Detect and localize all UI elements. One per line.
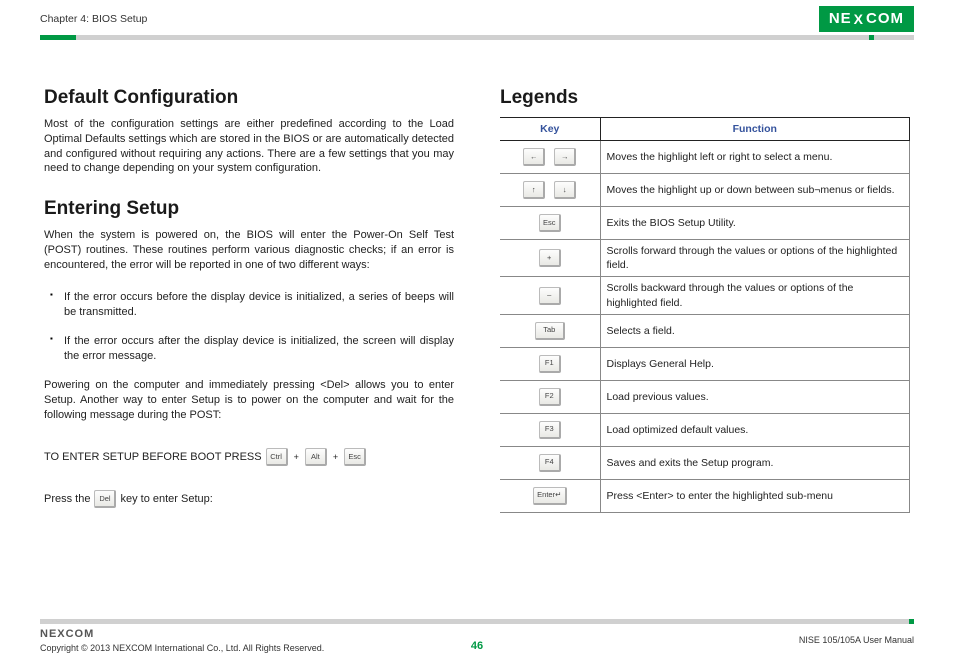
header-rule: [40, 35, 914, 40]
table-row: Tab Selects a field.: [500, 314, 910, 347]
press-del-line: Press the Del key to enter Setup:: [44, 490, 454, 508]
func-cell: Load optimized default values.: [600, 413, 910, 446]
func-cell: Moves the highlight left or right to sel…: [600, 141, 910, 174]
tab-key-icon: Tab: [535, 322, 565, 340]
arrow-down-key-icon: ↓: [554, 181, 576, 199]
del-key-icon: Del: [94, 490, 116, 508]
arrow-left-key-icon: ←: [523, 148, 545, 166]
func-cell: Saves and exits the Setup program.: [600, 446, 910, 479]
list-item: If the error occurs before the display d…: [50, 290, 454, 320]
arrow-right-key-icon: →: [554, 148, 576, 166]
enter-key-icon: Enter↵: [533, 487, 567, 505]
plus-key-icon: +: [539, 249, 561, 267]
minus-key-icon: –: [539, 287, 561, 305]
f3-key-icon: F3: [539, 421, 561, 439]
press-pre: Press the: [44, 492, 90, 507]
para-entering-setup-power: Powering on the computer and immediately…: [44, 378, 454, 423]
func-cell: Moves the highlight up or down between s…: [600, 174, 910, 207]
func-cell: Displays General Help.: [600, 347, 910, 380]
heading-default-config: Default Configuration: [44, 85, 454, 111]
alt-key-icon: Alt: [305, 448, 327, 466]
arrow-up-key-icon: ↑: [523, 181, 545, 199]
footer-rule: [40, 619, 914, 624]
page-number: 46: [471, 639, 483, 654]
left-column: Default Configuration Most of the config…: [44, 85, 454, 513]
manual-name: NISE 105/105A User Manual: [799, 634, 914, 646]
content-columns: Default Configuration Most of the config…: [0, 40, 954, 513]
func-cell: Load previous values.: [600, 380, 910, 413]
para-entering-setup-intro: When the system is powered on, the BIOS …: [44, 228, 454, 273]
heading-legends: Legends: [500, 85, 910, 111]
table-header-row: Key Function: [500, 117, 910, 140]
press-post: key to enter Setup:: [120, 492, 212, 507]
footer-row: NEXCOM Copyright © 2013 NEXCOM Internati…: [40, 627, 914, 654]
setup-label: TO ENTER SETUP BEFORE BOOT PRESS: [44, 450, 262, 465]
brand-logo: NE X COM: [819, 6, 914, 32]
esc-key-icon: Esc: [344, 448, 366, 466]
f4-key-icon: F4: [539, 454, 561, 472]
page-footer: NEXCOM Copyright © 2013 NEXCOM Internati…: [40, 619, 914, 654]
table-row: ↑ ↓ Moves the highlight up or down betwe…: [500, 174, 910, 207]
para-default-config: Most of the configuration settings are e…: [44, 117, 454, 176]
logo-left: NE: [829, 9, 852, 29]
f2-key-icon: F2: [539, 388, 561, 406]
table-row: ← → Moves the highlight left or right to…: [500, 141, 910, 174]
list-item: If the error occurs after the display de…: [50, 334, 454, 364]
f1-key-icon: F1: [539, 355, 561, 373]
page-header: Chapter 4: BIOS Setup NE X COM: [0, 0, 954, 32]
table-row: Esc Exits the BIOS Setup Utility.: [500, 207, 910, 240]
setup-key-combo: TO ENTER SETUP BEFORE BOOT PRESS Ctrl + …: [44, 448, 454, 466]
logo-right: COM: [866, 9, 904, 29]
table-row: F1 Displays General Help.: [500, 347, 910, 380]
right-column: Legends Key Function ← → Moves the highl…: [500, 85, 910, 513]
func-cell: Exits the BIOS Setup Utility.: [600, 207, 910, 240]
func-cell: Scrolls forward through the values or op…: [600, 240, 910, 277]
copyright: Copyright © 2013 NEXCOM International Co…: [40, 642, 324, 654]
legends-table: Key Function ← → Moves the highlight lef…: [500, 117, 910, 513]
error-list: If the error occurs before the display d…: [50, 290, 454, 363]
chapter-title: Chapter 4: BIOS Setup: [40, 12, 147, 26]
esc-key-icon: Esc: [539, 214, 561, 232]
heading-entering-setup: Entering Setup: [44, 196, 454, 222]
table-row: – Scrolls backward through the values or…: [500, 277, 910, 314]
th-key: Key: [500, 117, 600, 140]
ctrl-key-icon: Ctrl: [266, 448, 288, 466]
func-cell: Selects a field.: [600, 314, 910, 347]
th-function: Function: [600, 117, 910, 140]
table-row: Enter↵ Press <Enter> to enter the highli…: [500, 479, 910, 512]
table-row: F3 Load optimized default values.: [500, 413, 910, 446]
plus-sign: +: [331, 451, 340, 463]
func-cell: Scrolls backward through the values or o…: [600, 277, 910, 314]
plus-sign: +: [292, 451, 301, 463]
footer-logo: NEXCOM: [40, 627, 324, 642]
logo-x-icon: X: [854, 10, 864, 29]
table-row: F2 Load previous values.: [500, 380, 910, 413]
table-row: + Scrolls forward through the values or …: [500, 240, 910, 277]
table-row: F4 Saves and exits the Setup program.: [500, 446, 910, 479]
func-cell: Press <Enter> to enter the highlighted s…: [600, 479, 910, 512]
